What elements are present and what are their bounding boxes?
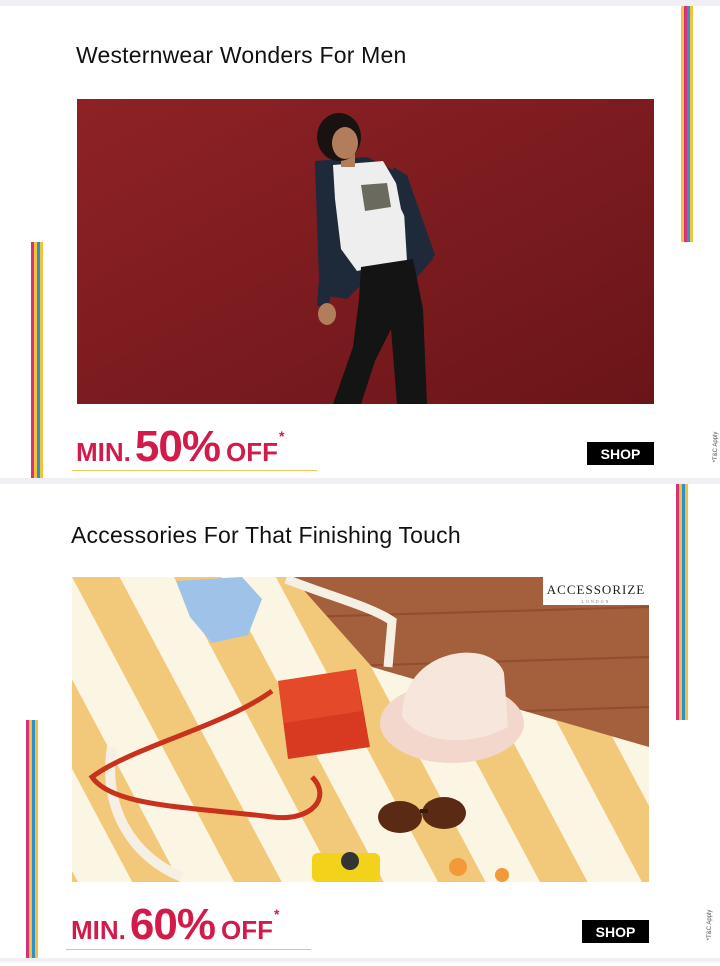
offer-suffix: OFF <box>225 437 278 467</box>
brand-logo-accessorize: ACCESSORIZE LONDON <box>543 577 649 605</box>
offer-asterisk: * <box>273 906 280 922</box>
offer-underline <box>72 470 317 471</box>
banner-title: Westernwear Wonders For Men <box>76 42 407 68</box>
decorative-stripes-top-right <box>681 6 693 242</box>
tc-apply-label: *T&C Apply <box>713 431 719 463</box>
decorative-stripes-bottom-left <box>31 242 43 478</box>
offer-text: MIN. 50% OFF * <box>76 422 284 472</box>
accessories-photo <box>72 577 649 882</box>
banner-accessories[interactable]: Accessories For That Finishing Touch ACC… <box>0 484 720 958</box>
shop-button[interactable]: SHOP <box>587 442 654 465</box>
offer-underline <box>66 949 311 950</box>
tc-apply-label: *T&C Apply <box>707 909 713 941</box>
offer-text: MIN. 60% OFF * <box>71 900 279 950</box>
shop-button[interactable]: SHOP <box>582 920 649 943</box>
next-banner-peek <box>0 962 720 966</box>
banner-westernwear-men[interactable]: Westernwear Wonders For Men MIN. 50% OFF… <box>0 6 720 478</box>
hero-image-accessories[interactable]: ACCESSORIZE LONDON <box>72 577 649 882</box>
decorative-stripes-top-right <box>676 484 688 720</box>
hero-image-men-fashion[interactable] <box>77 99 654 404</box>
offer-asterisk: * <box>278 428 285 444</box>
brand-name: ACCESSORIZE <box>546 582 646 597</box>
offer-prefix: MIN. <box>76 437 131 467</box>
brand-sub: LONDON <box>581 599 611 604</box>
offer-prefix: MIN. <box>71 915 126 945</box>
offer-percent: 50% <box>134 422 221 471</box>
model-photo <box>77 99 654 404</box>
offer-percent: 60% <box>129 900 216 949</box>
banner-title: Accessories For That Finishing Touch <box>71 522 461 548</box>
decorative-stripes-bottom-left <box>26 720 38 958</box>
offer-suffix: OFF <box>220 915 273 945</box>
